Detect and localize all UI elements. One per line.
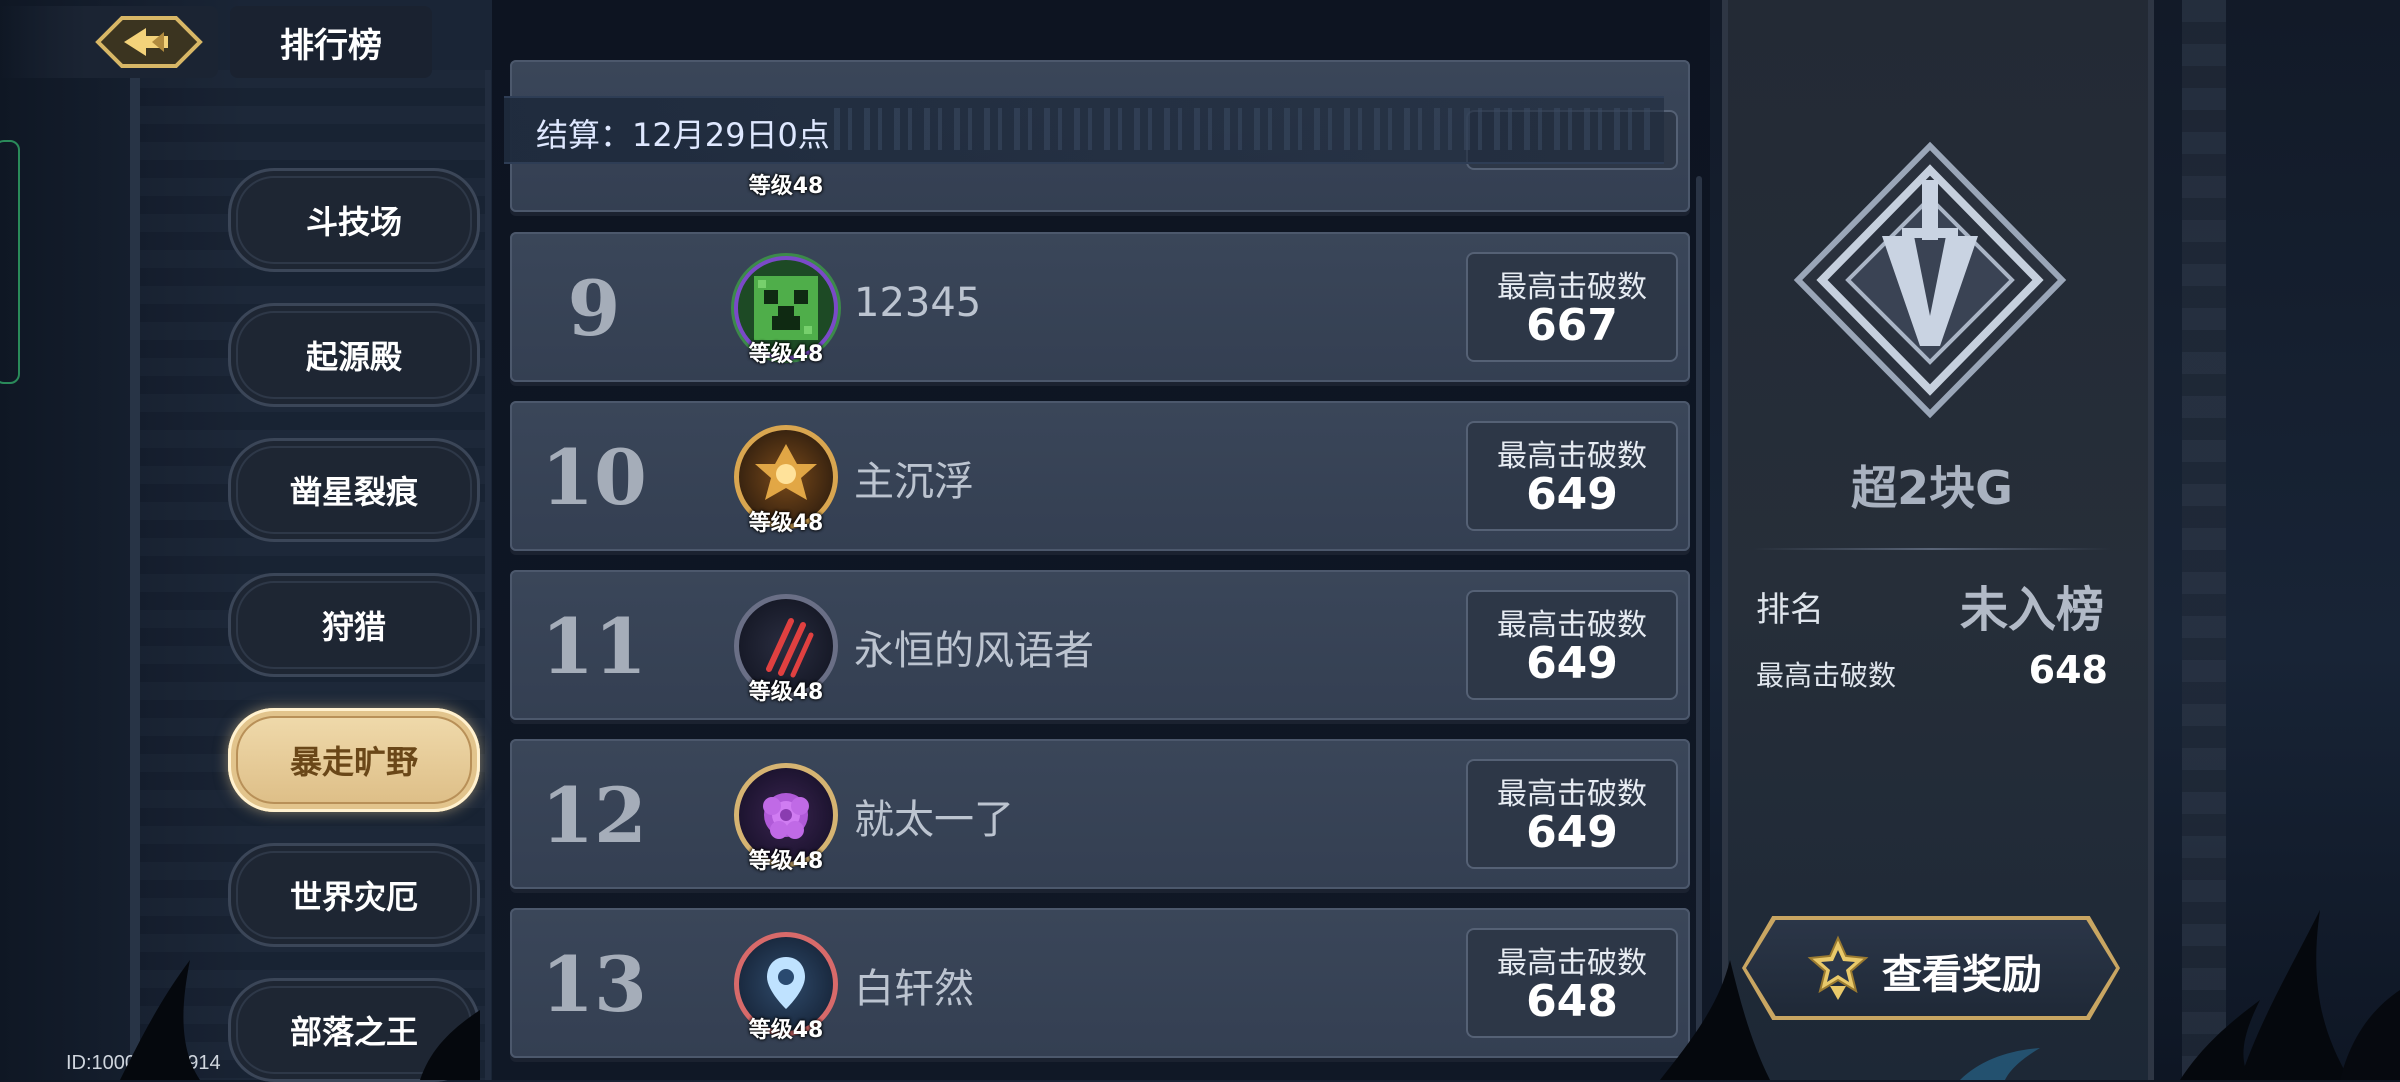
table-row[interactable]: 9 等级48 12345 最高击破数 667 xyxy=(510,232,1690,382)
player-name: 主沉浮 xyxy=(854,459,974,505)
score-box: 最高击破数 648 xyxy=(1466,928,1678,1038)
nav-item-world-calamity[interactable]: 世界灾厄 xyxy=(228,843,480,947)
score-value: 667 xyxy=(1526,300,1618,351)
score-box: 最高击破数 667 xyxy=(1466,252,1678,362)
self-score-label: 最高击破数 xyxy=(1756,659,1897,692)
player-name: 永恒的风语者 xyxy=(854,628,1094,674)
level-label: 等级48 xyxy=(748,849,824,874)
page-title: 排行榜 xyxy=(230,6,432,78)
score-box: 最高击破数 649 xyxy=(1466,590,1678,700)
level-label: 等级48 xyxy=(748,680,824,705)
meander-pattern xyxy=(834,108,1654,150)
table-row[interactable]: 11 等级48 永恒的风语者 最高击破数 649 xyxy=(510,570,1690,720)
rank-number: 12 xyxy=(541,770,647,860)
back-arrow-icon xyxy=(95,16,203,68)
foliage-decoration xyxy=(1660,910,2400,1080)
table-row[interactable]: 12 等级48 就太一了 最高击破数 649 xyxy=(510,739,1690,889)
settlement-time: 结算：12月29日0点 xyxy=(536,116,830,154)
level-label: 等级48 xyxy=(748,342,824,367)
nav-item-hunting[interactable]: 狩猎 xyxy=(228,573,480,677)
ranking-panel: 等级48 9 等级48 12345 最高击破数 667 10 等级48 主沉浮 … xyxy=(492,0,1710,1080)
player-name: 12345 xyxy=(854,280,982,326)
self-player-name: 超2块G xyxy=(1851,461,2013,515)
score-value: 649 xyxy=(1526,807,1618,858)
score-value: 648 xyxy=(1526,976,1618,1027)
level-label: 等级48 xyxy=(748,174,824,199)
table-row[interactable]: 10 等级48 主沉浮 最高击破数 649 xyxy=(510,401,1690,551)
level-label: 等级48 xyxy=(748,511,824,536)
nav-item-wild-rampage[interactable]: 暴走旷野 xyxy=(228,708,480,812)
table-row[interactable]: 13 等级48 白轩然 最高击破数 648 xyxy=(510,908,1690,1058)
rank-number: 11 xyxy=(541,601,647,691)
player-name: 就太一了 xyxy=(854,797,1014,843)
level-label: 等级48 xyxy=(748,1018,824,1043)
rank-number: 10 xyxy=(541,432,647,522)
back-button-container xyxy=(0,6,218,78)
rank-label: 排名 xyxy=(1756,590,1824,630)
player-name: 白轩然 xyxy=(854,966,974,1012)
settlement-bar: 结算：12月29日0点 xyxy=(504,96,1664,164)
side-tab-edge xyxy=(0,140,20,384)
rank-number: 9 xyxy=(567,263,621,353)
score-box: 最高击破数 649 xyxy=(1466,421,1678,531)
rank-value: 未入榜 xyxy=(1959,582,2104,638)
self-score-value: 648 xyxy=(2028,648,2108,692)
nav-item-origin-hall[interactable]: 起源殿 xyxy=(228,303,480,407)
nav-item-arena[interactable]: 斗技场 xyxy=(228,168,480,272)
nav-item-star-rift[interactable]: 凿星裂痕 xyxy=(228,438,480,542)
score-value: 649 xyxy=(1526,638,1618,689)
score-box: 最高击破数 649 xyxy=(1466,759,1678,869)
rank-number: 13 xyxy=(541,939,647,1029)
sword-diamond-emblem-icon xyxy=(1793,141,2067,419)
back-button[interactable] xyxy=(94,14,204,70)
score-value: 649 xyxy=(1526,469,1618,520)
foliage-decoration-left xyxy=(120,960,480,1080)
divider xyxy=(1752,548,2112,550)
